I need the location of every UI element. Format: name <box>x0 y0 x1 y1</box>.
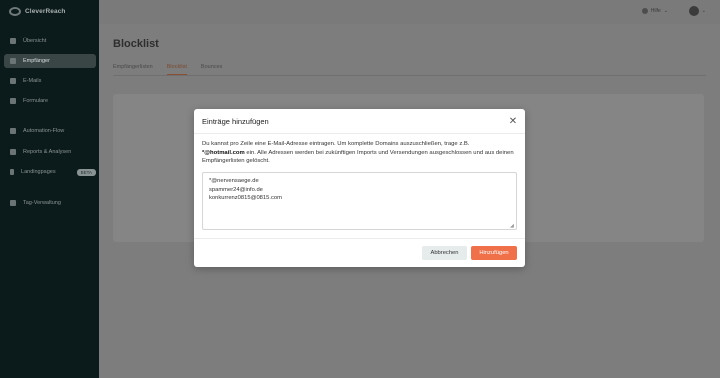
dashboard-icon <box>10 38 16 44</box>
user-menu[interactable]: ⌄ <box>688 6 706 16</box>
sidebar-item-label: Empfänger <box>23 58 50 64</box>
sidebar-item-reports[interactable]: Reports & Analysen <box>4 145 96 159</box>
chevron-down-icon: ⌄ <box>701 8 706 14</box>
sidebar-item-label: Reports & Analysen <box>23 149 72 155</box>
sidebar: CleverReach Übersicht Empfänger E-Mails … <box>0 0 99 378</box>
modal-title: Einträge hinzufügen <box>202 117 269 126</box>
sidebar-item-overview[interactable]: Übersicht <box>4 34 96 48</box>
add-entries-modal: Einträge hinzufügen ✕ Du kannst pro Zeil… <box>194 109 525 267</box>
sidebar-item-recipients[interactable]: Empfänger <box>4 54 96 68</box>
sidebar-item-tags[interactable]: Tag-Verwaltung <box>4 196 96 210</box>
add-button[interactable]: Hinzufügen <box>471 246 517 260</box>
chevron-down-icon: ⌄ <box>663 8 668 14</box>
topbar: Hilfe ⌄ ⌄ <box>99 0 720 24</box>
modal-header: Einträge hinzufügen ✕ <box>194 109 525 134</box>
sidebar-item-emails[interactable]: E-Mails <box>4 74 96 88</box>
sidebar-item-label: Automation-Flow <box>23 128 65 134</box>
sidebar-item-automation[interactable]: Automation-Flow <box>4 124 96 138</box>
help-menu[interactable]: Hilfe ⌄ <box>641 8 668 14</box>
sidebar-item-forms[interactable]: Formulare <box>4 94 96 108</box>
logo-text: CleverReach <box>25 8 66 15</box>
tabs-divider <box>113 75 706 76</box>
modal-footer-divider <box>194 238 525 239</box>
cancel-button[interactable]: Abbrechen <box>422 246 467 260</box>
users-icon <box>10 58 16 64</box>
sidebar-item-label: Formulare <box>23 98 49 104</box>
mail-icon <box>10 78 16 84</box>
help-label: Hilfe <box>650 8 661 14</box>
sidebar-item-label: Landingpages <box>21 169 56 175</box>
help-icon <box>641 8 648 14</box>
automation-icon <box>10 128 16 134</box>
page-icon <box>10 169 15 175</box>
tab-bounces[interactable]: Bounces <box>201 64 222 75</box>
logo[interactable]: CleverReach <box>9 7 65 16</box>
tab-blocklist[interactable]: Blocklist <box>166 64 187 75</box>
modal-description: Du kannst pro Zeile eine E-Mail-Adresse … <box>202 140 517 166</box>
form-icon <box>10 98 16 104</box>
logo-icon <box>9 7 21 16</box>
tabs: Empfängerlisten Blocklist Bounces <box>113 64 222 75</box>
chart-icon <box>10 149 16 155</box>
entries-textarea[interactable] <box>202 172 517 230</box>
avatar <box>688 6 699 16</box>
close-icon[interactable]: ✕ <box>507 115 519 127</box>
resize-handle-icon[interactable]: ◢ <box>510 223 514 229</box>
sidebar-item-label: Tag-Verwaltung <box>23 200 61 206</box>
tag-icon <box>10 200 16 206</box>
description-text: Du kannst pro Zeile eine E-Mail-Adresse … <box>202 141 470 147</box>
sidebar-item-label: Übersicht <box>23 38 47 44</box>
beta-badge: BETA <box>76 168 96 176</box>
page-title: Blocklist <box>113 38 159 50</box>
description-example-domain: *@hotmail.com <box>202 149 245 156</box>
sidebar-item-label: E-Mails <box>23 78 42 84</box>
tab-recipient-lists[interactable]: Empfängerlisten <box>113 64 153 75</box>
description-text: ein. Alle Adressen werden bei zukünftige… <box>202 149 514 165</box>
sidebar-item-landingpages[interactable]: Landingpages BETA <box>4 165 96 179</box>
